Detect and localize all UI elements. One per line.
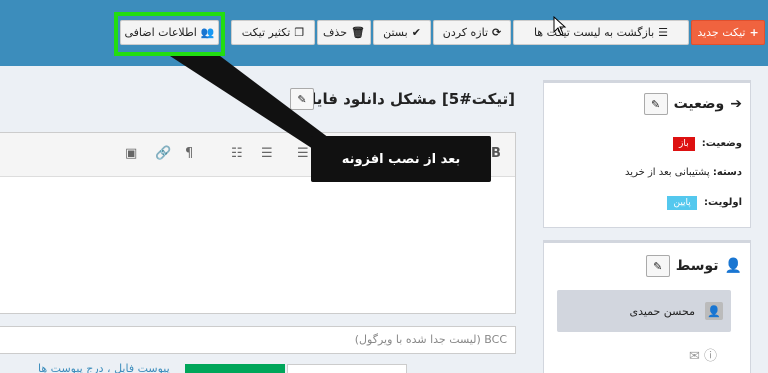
annotation-callout: بعد از نصب افزونه: [311, 136, 491, 182]
annotation-arrow: [170, 56, 345, 160]
